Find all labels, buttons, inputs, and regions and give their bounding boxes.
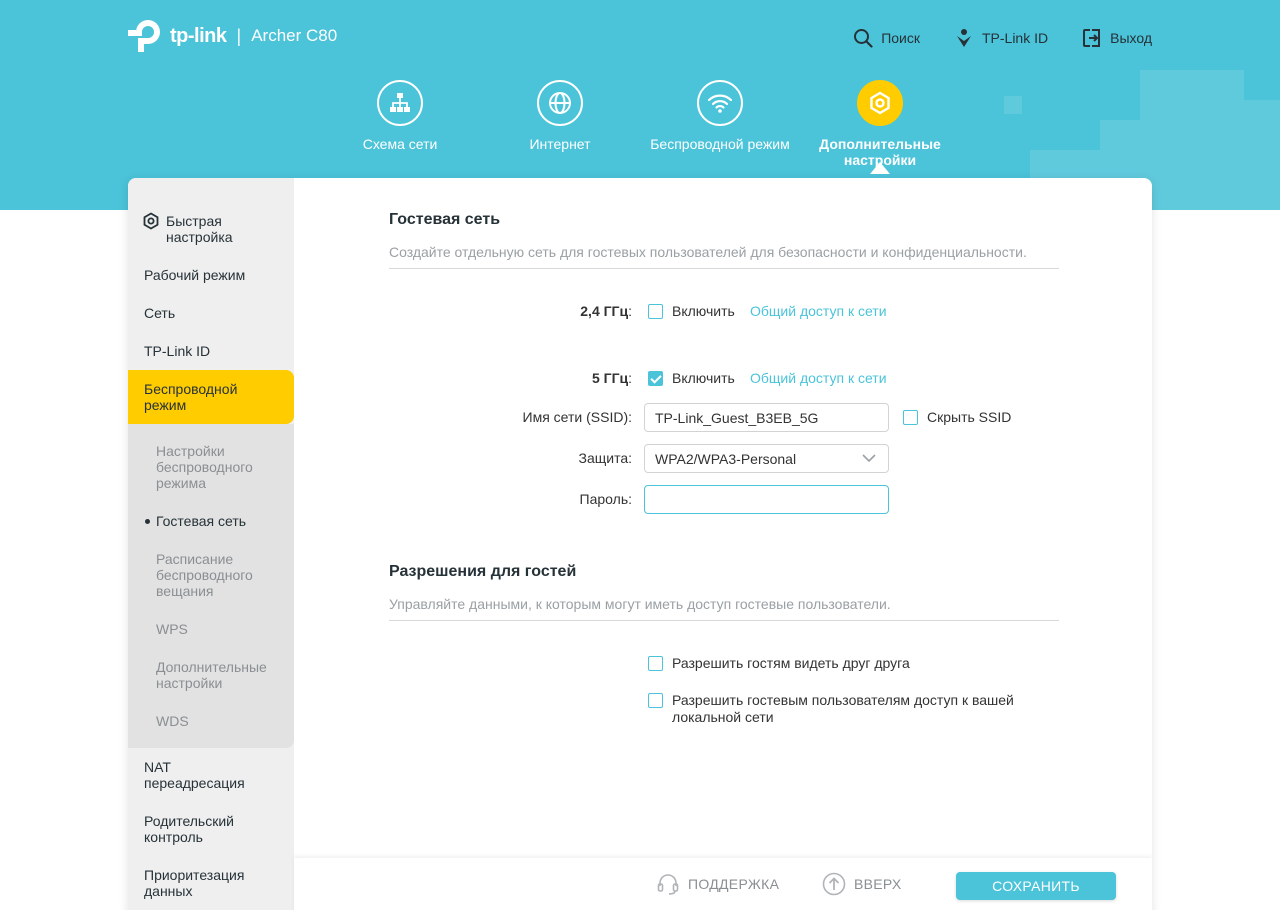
hide-ssid-checkbox[interactable] xyxy=(903,410,918,425)
see-each-other-checkbox[interactable] xyxy=(648,656,663,671)
band-5-share-link[interactable]: Общий доступ к сети xyxy=(750,370,887,386)
decorative-pattern xyxy=(1244,100,1280,210)
tab-label: Схема сети xyxy=(362,136,438,152)
search-label: Поиск xyxy=(881,30,920,46)
password-input[interactable] xyxy=(644,485,889,514)
band-5-enable-label: Включить xyxy=(672,370,735,386)
security-select[interactable]: WPA2/WPA3-Personal xyxy=(644,444,889,473)
logo-separator: | xyxy=(236,25,242,46)
arrow-up-icon xyxy=(822,872,846,896)
sidebar-subitem-guest-network[interactable]: Гостевая сеть xyxy=(145,513,286,529)
sidebar-item-label: Быстрая настройка xyxy=(166,213,233,245)
sidebar-item-qos[interactable]: Приоритезация данных xyxy=(128,867,258,899)
back-to-top-button[interactable]: ВВЕРХ xyxy=(822,872,902,896)
support-label: ПОДДЕРЖКА xyxy=(688,876,780,892)
active-tab-caret xyxy=(870,162,890,174)
top-label: ВВЕРХ xyxy=(854,876,902,892)
sidebar-subitem-wds[interactable]: WDS xyxy=(156,713,286,729)
network-map-icon xyxy=(377,80,423,126)
top-links: Поиск TP-Link ID Выход xyxy=(853,28,1152,48)
logout-link[interactable]: Выход xyxy=(1082,28,1152,48)
tab-network-map[interactable]: Схема сети xyxy=(320,80,480,168)
decorative-pattern xyxy=(1140,70,1244,210)
tab-wireless[interactable]: Беспроводной режим xyxy=(640,80,800,168)
main-card: Быстрая настройка Рабочий режим Сеть TP-… xyxy=(128,178,1152,910)
tplink-logo-icon xyxy=(128,18,166,54)
band-24-colon: : xyxy=(628,303,632,319)
globe-icon xyxy=(537,80,583,126)
sidebar-item-network[interactable]: Сеть xyxy=(128,305,294,321)
logout-label: Выход xyxy=(1110,30,1152,46)
hide-ssid-label: Скрыть SSID xyxy=(927,409,1012,425)
gear-icon xyxy=(143,212,159,230)
wifi-icon xyxy=(697,80,743,126)
support-button[interactable]: ПОДДЕРЖКА xyxy=(656,872,779,896)
model-name: Archer C80 xyxy=(251,26,338,45)
sidebar-item-tplink-id[interactable]: TP-Link ID xyxy=(128,343,294,359)
save-button[interactable]: СОХРАНИТЬ xyxy=(956,872,1116,900)
tab-internet[interactable]: Интернет xyxy=(480,80,640,168)
logout-icon xyxy=(1083,29,1101,47)
ssid-label: Имя сети (SSID): xyxy=(522,409,633,425)
search-link[interactable]: Поиск xyxy=(853,28,920,48)
band-5-enable-checkbox[interactable] xyxy=(648,371,663,386)
sidebar-item-operation-mode[interactable]: Рабочий режим xyxy=(128,267,294,283)
band-24-name: 2,4 ГГц xyxy=(580,303,629,319)
local-access-checkbox[interactable] xyxy=(648,693,663,708)
sidebar: Быстрая настройка Рабочий режим Сеть TP-… xyxy=(128,178,294,910)
guest-permissions-title: Разрешения для гостей xyxy=(389,563,577,580)
see-each-other-label: Разрешить гостям видеть друг друга xyxy=(672,655,910,671)
tab-advanced[interactable]: Дополнительные настройки xyxy=(800,80,960,174)
ssid-input[interactable] xyxy=(644,403,889,432)
band-5-name: 5 ГГц xyxy=(591,370,629,386)
sidebar-item-quick-setup[interactable]: Быстрая настройка xyxy=(128,212,294,245)
headset-icon xyxy=(657,874,679,895)
sidebar-subitem-advanced[interactable]: Дополнительные настройки xyxy=(156,659,286,691)
security-label: Защита: xyxy=(578,450,632,466)
password-label: Пароль: xyxy=(579,491,632,507)
tplink-id-icon xyxy=(956,29,971,47)
content-area: Гостевая сеть Создайте отдельную сеть дл… xyxy=(294,178,1152,858)
local-access-label: Разрешить гостевым пользователям доступ … xyxy=(672,692,1014,725)
tplink-logo[interactable]: tp-link | Archer C80 xyxy=(128,18,337,54)
sidebar-subitem-wireless-settings[interactable]: Настройки беспроводного режима xyxy=(156,443,286,491)
band-5-label: 5 ГГц: xyxy=(592,370,632,386)
sidebar-item-wireless[interactable]: Беспроводной режим xyxy=(128,381,258,413)
sidebar-subitem-wireless-schedule[interactable]: Расписание беспроводного вещания xyxy=(156,551,286,599)
security-value: WPA2/WPA3-Personal xyxy=(655,451,797,467)
guest-network-title: Гостевая сеть xyxy=(389,211,501,228)
guest-permissions-description: Управляйте данными, к которым могут имет… xyxy=(389,596,1059,621)
sidebar-item-nat[interactable]: NAT переадресация xyxy=(128,759,258,791)
band-24-share-link[interactable]: Общий доступ к сети xyxy=(750,303,887,319)
main-nav: Схема сети Интернет Беспроводной режим Д… xyxy=(320,80,960,174)
band-24-label: 2,4 ГГц: xyxy=(580,303,632,319)
band-24-enable-checkbox[interactable] xyxy=(648,304,663,319)
footer-bar: ПОДДЕРЖКА ВВЕРХ СОХРАНИТЬ xyxy=(294,858,1152,910)
search-icon xyxy=(854,29,873,48)
band-24-enable-label: Включить xyxy=(672,303,735,319)
tplink-id-link[interactable]: TP-Link ID xyxy=(954,28,1048,48)
sidebar-subpanel: Настройки беспроводного режима Гостевая … xyxy=(128,424,294,748)
gear-icon xyxy=(857,80,903,126)
logo-text: tp-link xyxy=(170,24,227,47)
band-5-colon: : xyxy=(628,370,632,386)
guest-network-description: Создайте отдельную сеть для гостевых пол… xyxy=(389,244,1059,269)
chevron-down-icon xyxy=(862,454,876,463)
decorative-pattern xyxy=(1004,96,1022,114)
sidebar-subitem-wps[interactable]: WPS xyxy=(156,621,286,637)
sidebar-item-parental-control[interactable]: Родительский контроль xyxy=(128,813,258,845)
tab-label: Беспроводной режим xyxy=(650,136,790,152)
tplink-id-label: TP-Link ID xyxy=(981,30,1049,46)
tab-label: Интернет xyxy=(529,136,591,152)
